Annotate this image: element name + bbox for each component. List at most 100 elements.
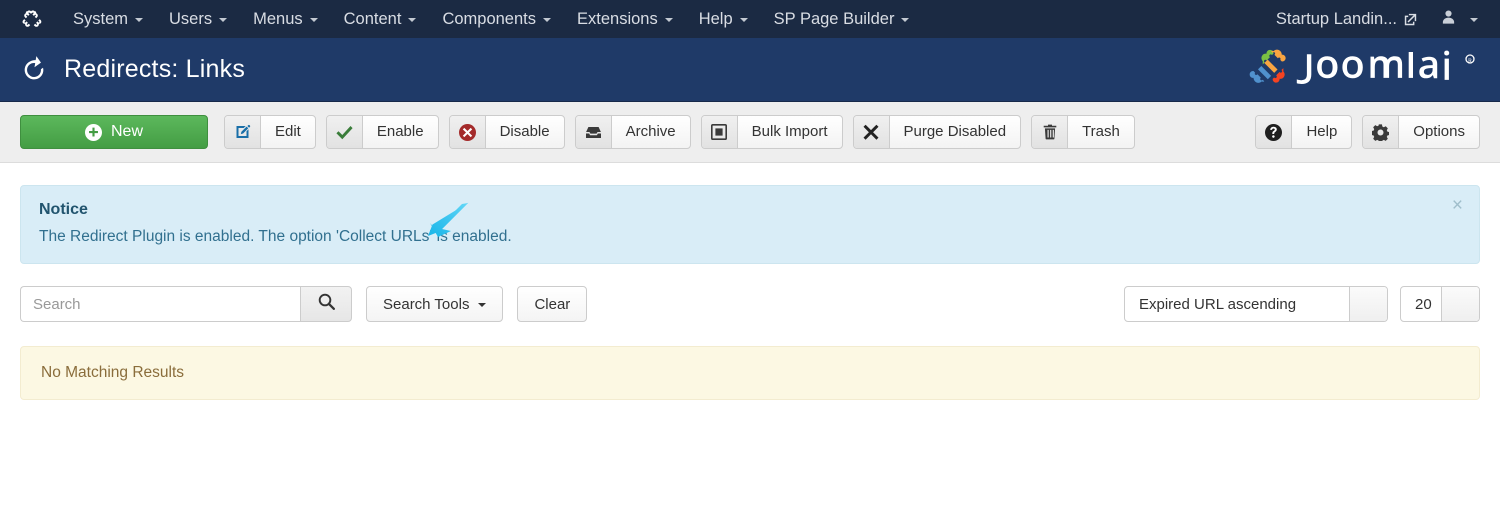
menu-item-label: Extensions [577, 0, 658, 38]
clear-button-label: Clear [534, 296, 570, 313]
search-group [20, 286, 352, 322]
site-name-label: Startup Landin... [1276, 10, 1397, 29]
visit-site-link[interactable]: Startup Landin... [1264, 10, 1429, 29]
search-submit-button[interactable] [300, 286, 352, 322]
ordering-select[interactable]: Expired URL ascending [1124, 286, 1388, 322]
ordering-select-value: Expired URL ascending [1125, 287, 1349, 321]
purge-disabled-button[interactable]: Purge Disabled [853, 115, 1022, 149]
trash-button[interactable]: Trash [1031, 115, 1135, 149]
chevron-down-icon [665, 18, 673, 22]
magnifier-icon [318, 293, 335, 315]
chevron-down-icon [543, 18, 551, 22]
edit-button-label: Edit [261, 116, 315, 148]
close-icon[interactable]: × [1452, 196, 1463, 215]
menu-item-help[interactable]: Help [686, 0, 761, 38]
bulk-import-button-label: Bulk Import [738, 116, 842, 148]
menu-item-menus[interactable]: Menus [240, 0, 331, 38]
admin-top-bar: System Users Menus Content Components Ex… [0, 0, 1500, 38]
edit-button[interactable]: Edit [224, 115, 316, 149]
clear-button[interactable]: Clear [517, 286, 587, 322]
enable-button-group: Enable [326, 115, 439, 149]
user-avatar-icon [1441, 9, 1456, 30]
options-button-label: Options [1399, 116, 1479, 148]
admin-top-bar-right: Startup Landin... [1264, 0, 1484, 38]
menu-item-label: SP Page Builder [774, 0, 895, 38]
page-header: Redirects: Links [0, 38, 1500, 102]
disable-button[interactable]: Disable [449, 115, 565, 149]
plus-circle-icon [85, 124, 102, 141]
chevron-down-icon [901, 18, 909, 22]
chevron-down-icon [310, 18, 318, 22]
archive-button-group: Archive [575, 115, 691, 149]
list-limit-value: 20 [1401, 287, 1441, 321]
edit-button-group: Edit [224, 115, 316, 149]
page-title-group: Redirects: Links [20, 55, 245, 84]
chevron-down-icon [408, 18, 416, 22]
trash-button-label: Trash [1068, 116, 1134, 148]
joomla-logo: R [1248, 46, 1480, 94]
external-link-icon [1404, 13, 1417, 26]
help-button-group: Help [1255, 115, 1352, 149]
enable-button-label: Enable [363, 116, 438, 148]
new-button[interactable]: New [20, 115, 208, 149]
checkmark-icon [327, 116, 363, 148]
disable-button-group: Disable [449, 115, 565, 149]
bulk-import-button[interactable]: Bulk Import [701, 115, 843, 149]
new-button-label: New [111, 123, 143, 141]
chevron-down-icon [219, 18, 227, 22]
list-limit-select[interactable]: 20 [1400, 286, 1480, 322]
menu-item-sp-page-builder[interactable]: SP Page Builder [761, 0, 923, 38]
archive-button[interactable]: Archive [575, 115, 691, 149]
menu-item-system[interactable]: System [60, 0, 156, 38]
notice-alert: Notice The Redirect Plugin is enabled. T… [20, 185, 1480, 264]
chevron-down-icon [1441, 287, 1479, 321]
user-account-menu[interactable] [1429, 9, 1484, 30]
pencil-square-icon [225, 116, 261, 148]
admin-main-menu: System Users Menus Content Components Ex… [60, 0, 922, 38]
archive-button-label: Archive [612, 116, 690, 148]
notice-message: The Redirect Plugin is enabled. The opti… [39, 228, 1461, 246]
menu-item-components[interactable]: Components [429, 0, 564, 38]
search-tools-label: Search Tools [383, 296, 469, 313]
joomla-glyph-icon[interactable] [20, 8, 42, 30]
menu-item-content[interactable]: Content [331, 0, 430, 38]
redirect-refresh-icon [20, 56, 48, 84]
purge-disabled-button-label: Purge Disabled [890, 116, 1021, 148]
bulk-import-button-group: Bulk Import [701, 115, 843, 149]
filter-bar: Search Tools Clear Expired URL ascending… [20, 286, 1480, 322]
trash-can-icon [1032, 116, 1068, 148]
purge-disabled-button-group: Purge Disabled [853, 115, 1022, 149]
chevron-down-icon [478, 303, 486, 307]
search-input[interactable] [20, 286, 300, 322]
help-button[interactable]: Help [1255, 115, 1352, 149]
page-title: Redirects: Links [64, 55, 245, 84]
archive-box-icon [576, 116, 612, 148]
x-circle-icon [450, 116, 486, 148]
chevron-down-icon [1349, 287, 1387, 321]
chevron-down-icon [740, 18, 748, 22]
chevron-down-icon [1470, 18, 1478, 22]
menu-item-extensions[interactable]: Extensions [564, 0, 686, 38]
menu-item-label: Content [344, 0, 402, 38]
menu-item-label: Users [169, 0, 212, 38]
help-button-label: Help [1292, 116, 1351, 148]
trash-button-group: Trash [1031, 115, 1135, 149]
filled-square-icon [702, 116, 738, 148]
chevron-down-icon [135, 18, 143, 22]
menu-item-label: System [73, 0, 128, 38]
question-circle-icon [1256, 116, 1292, 148]
action-toolbar: New Edit Enable [0, 102, 1500, 163]
enable-button[interactable]: Enable [326, 115, 439, 149]
search-tools-button[interactable]: Search Tools [366, 286, 503, 322]
menu-item-users[interactable]: Users [156, 0, 240, 38]
menu-item-label: Help [699, 0, 733, 38]
notice-title: Notice [39, 201, 1461, 219]
menu-item-label: Menus [253, 0, 303, 38]
options-button-group: Options [1362, 115, 1480, 149]
page-content: Notice The Redirect Plugin is enabled. T… [0, 163, 1500, 400]
no-results-message: No Matching Results [20, 346, 1480, 400]
toolbar-right-group: Help Options [1255, 115, 1480, 149]
menu-item-label: Components [442, 0, 536, 38]
filter-right-group: Expired URL ascending 20 [1124, 286, 1480, 322]
options-button[interactable]: Options [1362, 115, 1480, 149]
